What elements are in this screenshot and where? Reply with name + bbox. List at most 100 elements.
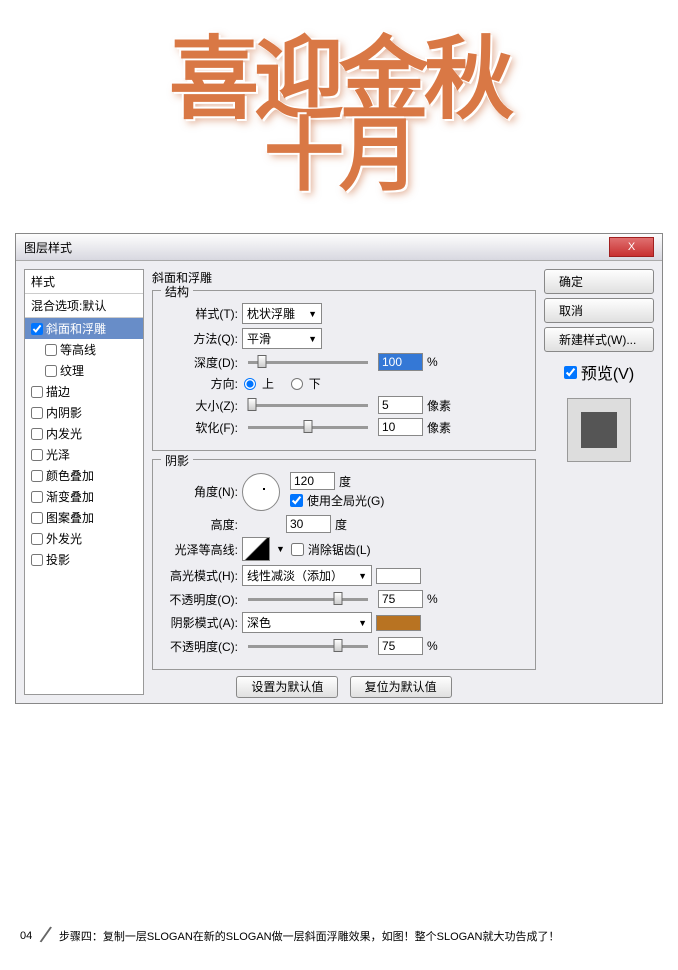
angle-widget[interactable]	[242, 473, 280, 511]
style-item-label: 光泽	[46, 446, 70, 463]
style-item-label: 图案叠加	[46, 509, 94, 526]
style-checkbox[interactable]	[31, 428, 43, 440]
ok-button[interactable]: 确定	[544, 269, 654, 294]
style-checkbox[interactable]	[31, 449, 43, 461]
antialias-label: 消除锯齿(L)	[308, 541, 371, 558]
style-item-label: 斜面和浮雕	[46, 320, 106, 337]
style-item[interactable]: 外发光	[25, 528, 143, 549]
antialias-checkbox[interactable]	[291, 543, 304, 556]
style-checkbox[interactable]	[45, 365, 57, 377]
style-checkbox[interactable]	[31, 323, 43, 335]
direction-up-radio[interactable]	[244, 378, 256, 390]
size-label: 大小(Z):	[163, 397, 238, 414]
highlight-color-swatch[interactable]	[376, 568, 421, 584]
style-item-label: 内阴影	[46, 404, 82, 421]
cancel-button[interactable]: 取消	[544, 298, 654, 323]
chevron-down-icon: ▼	[358, 618, 367, 628]
gloss-contour-label: 光泽等高线:	[163, 541, 238, 558]
style-checkbox[interactable]	[31, 533, 43, 545]
style-checkbox[interactable]	[31, 386, 43, 398]
soften-label: 软化(F):	[163, 419, 238, 436]
slash-icon: /	[38, 922, 54, 951]
shadow-opacity-input[interactable]: 75	[378, 637, 423, 655]
new-style-button[interactable]: 新建样式(W)...	[544, 327, 654, 352]
method-dropdown[interactable]: 平滑▼	[242, 328, 322, 349]
direction-down-radio[interactable]	[291, 378, 303, 390]
shadow-opacity-label: 不透明度(C):	[163, 638, 238, 655]
dialog-title: 图层样式	[24, 239, 72, 256]
style-item[interactable]: 内发光	[25, 423, 143, 444]
depth-slider[interactable]	[248, 361, 368, 364]
angle-input[interactable]: 120	[290, 472, 335, 490]
highlight-opacity-slider[interactable]	[248, 598, 368, 601]
style-item[interactable]: 光泽	[25, 444, 143, 465]
shading-group: 阴影 角度(N): 120 度 使用全局光(G)	[152, 459, 536, 670]
soften-slider[interactable]	[248, 426, 368, 429]
style-item-label: 渐变叠加	[46, 488, 94, 505]
style-dropdown[interactable]: 枕状浮雕▼	[242, 303, 322, 324]
side-buttons: 确定 取消 新建样式(W)... 预览(V)	[544, 269, 654, 695]
preview-label: 预览(V)	[581, 360, 634, 384]
reset-default-button[interactable]: 复位为默认值	[350, 676, 452, 698]
preview-checkbox[interactable]	[564, 366, 577, 379]
style-item-label: 等高线	[60, 341, 96, 358]
style-item[interactable]: 颜色叠加	[25, 465, 143, 486]
style-item[interactable]: 内阴影	[25, 402, 143, 423]
style-checkbox[interactable]	[31, 554, 43, 566]
soften-input[interactable]: 10	[378, 418, 423, 436]
footer: 04 / 步骤四：复制一层SLOGAN在新的SLOGAN做一层斜面浮雕效果，如图…	[20, 922, 658, 950]
close-button[interactable]: X	[609, 237, 654, 257]
chevron-down-icon: ▼	[358, 571, 367, 581]
styles-header[interactable]: 样式	[25, 270, 143, 294]
style-checkbox[interactable]	[31, 491, 43, 503]
highlight-mode-label: 高光模式(H):	[163, 567, 238, 584]
style-item[interactable]: 投影	[25, 549, 143, 570]
chevron-down-icon: ▼	[308, 334, 317, 344]
style-item[interactable]: 纹理	[25, 360, 143, 381]
chevron-down-icon: ▼	[308, 309, 317, 319]
style-checkbox[interactable]	[31, 470, 43, 482]
depth-input[interactable]: 100	[378, 353, 423, 371]
shadow-opacity-slider[interactable]	[248, 645, 368, 648]
chevron-down-icon[interactable]: ▼	[276, 544, 285, 554]
depth-unit: %	[427, 355, 438, 369]
gloss-contour-picker[interactable]	[242, 537, 270, 561]
make-default-button[interactable]: 设置为默认值	[236, 676, 338, 698]
artwork-line1: 喜迎金秋	[0, 40, 678, 121]
size-unit: 像素	[427, 397, 451, 414]
style-item[interactable]: 斜面和浮雕	[25, 318, 143, 339]
panel-title: 斜面和浮雕	[152, 269, 536, 286]
style-item-label: 外发光	[46, 530, 82, 547]
style-item-label: 纹理	[60, 362, 84, 379]
global-light-checkbox[interactable]	[290, 494, 303, 507]
shadow-mode-label: 阴影模式(A):	[163, 614, 238, 631]
footer-text: 步骤四：复制一层SLOGAN在新的SLOGAN做一层斜面浮雕效果，如图！整个SL…	[59, 928, 560, 944]
altitude-input[interactable]: 30	[286, 515, 331, 533]
style-checkbox[interactable]	[31, 407, 43, 419]
style-item-label: 投影	[46, 551, 70, 568]
altitude-label: 高度:	[163, 516, 238, 533]
style-item-label: 描边	[46, 383, 70, 400]
highlight-opacity-input[interactable]: 75	[378, 590, 423, 608]
style-item[interactable]: 渐变叠加	[25, 486, 143, 507]
style-item[interactable]: 等高线	[25, 339, 143, 360]
style-item-label: 内发光	[46, 425, 82, 442]
shadow-color-swatch[interactable]	[376, 615, 421, 631]
style-item[interactable]: 图案叠加	[25, 507, 143, 528]
direction-label: 方向:	[163, 375, 238, 392]
artwork-preview: 喜迎金秋 十月	[0, 0, 678, 223]
style-checkbox[interactable]	[45, 344, 57, 356]
shadow-mode-dropdown[interactable]: 深色▼	[242, 612, 372, 633]
main-panel: 斜面和浮雕 结构 样式(T): 枕状浮雕▼ 方法(Q): 平滑▼ 深度(D): …	[152, 269, 536, 695]
style-item-label: 颜色叠加	[46, 467, 94, 484]
highlight-mode-dropdown[interactable]: 线性减淡（添加）▼	[242, 565, 372, 586]
style-checkbox[interactable]	[31, 512, 43, 524]
blend-options[interactable]: 混合选项:默认	[25, 294, 143, 318]
title-bar[interactable]: 图层样式 X	[16, 234, 662, 261]
global-light-label: 使用全局光(G)	[307, 492, 384, 509]
style-label: 样式(T):	[163, 305, 238, 322]
style-item[interactable]: 描边	[25, 381, 143, 402]
size-input[interactable]: 5	[378, 396, 423, 414]
layer-style-dialog: 图层样式 X 样式 混合选项:默认 斜面和浮雕等高线纹理描边内阴影内发光光泽颜色…	[15, 233, 663, 704]
size-slider[interactable]	[248, 404, 368, 407]
